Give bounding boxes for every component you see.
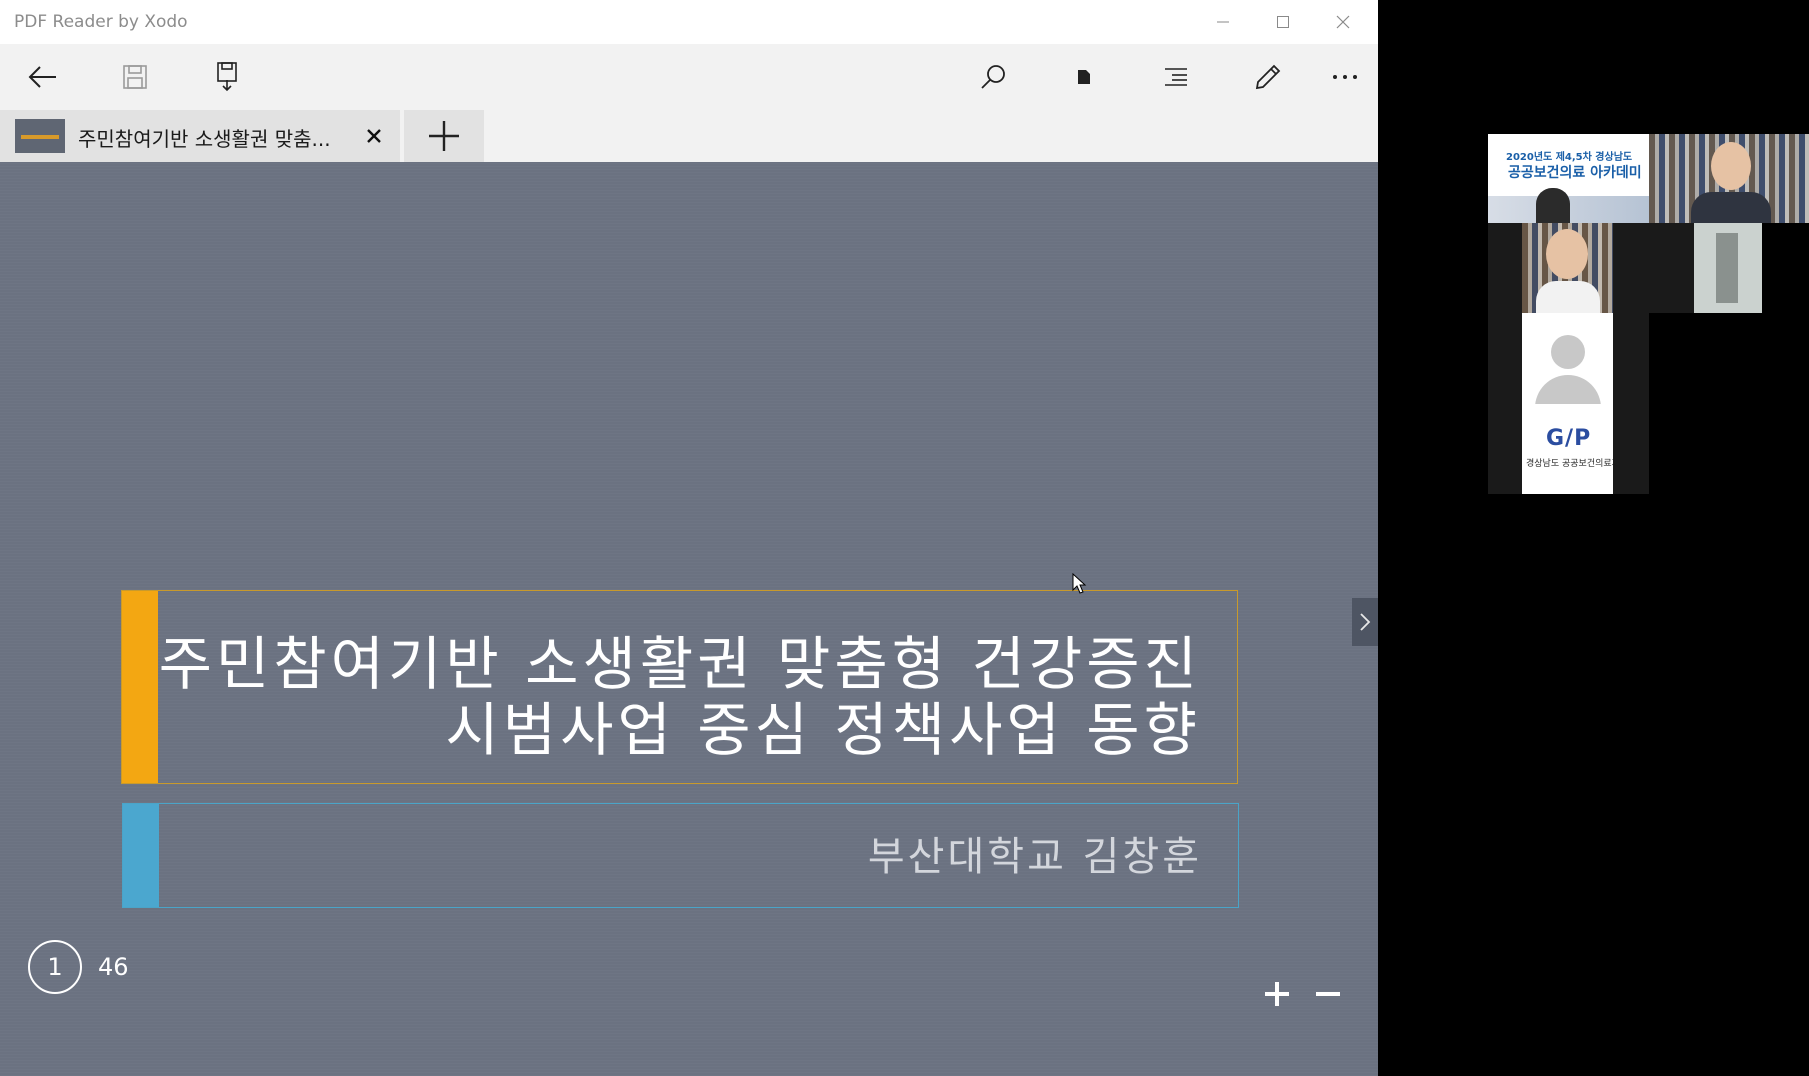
maximize-button[interactable] [1253, 0, 1313, 44]
zoom-in-button[interactable] [1257, 974, 1297, 1014]
organization-logo: G/P [1546, 426, 1592, 451]
mouse-cursor-icon [1072, 573, 1087, 594]
back-button[interactable] [18, 54, 68, 100]
minimize-icon [1217, 21, 1229, 23]
bookmark-button[interactable] [1059, 54, 1109, 100]
more-icon [1333, 75, 1357, 79]
total-pages: 46 [98, 953, 129, 981]
banner-line2: 공공보건의료 아카데미 [1508, 165, 1642, 181]
save-button[interactable] [110, 54, 160, 100]
title-accent-bar [122, 591, 158, 783]
back-arrow-icon [28, 66, 56, 88]
participant-body [1691, 192, 1771, 223]
tab-title: 주민참여기반 소생활권 맞춤... [78, 127, 331, 151]
slide-title-box: 주민참여기반 소생활권 맞춤형 건강증진 시범사업 중심 정책사업 동향 [121, 590, 1238, 784]
zoom-out-button[interactable] [1308, 974, 1348, 1014]
participant-body [1536, 281, 1600, 313]
participant-silhouette [1536, 188, 1570, 223]
outline-icon [1165, 68, 1187, 86]
pdf-reader-window: PDF Reader by Xodo 주민참여기반 소생활권 맞춤... 주민참… [0, 0, 1378, 1076]
video-tile-host-banner[interactable]: 2020년도 제4,5차 경상남도 공공보건의료 아카데미 [1488, 134, 1649, 223]
document-viewer[interactable]: 주민참여기반 소생활권 맞춤형 건강증진 시범사업 중심 정책사업 동향 부산대… [0, 162, 1378, 1076]
organization-name: 경상남도 공공보건의료지원단 [1526, 459, 1613, 469]
avatar-body [1535, 375, 1601, 404]
save-icon [123, 65, 147, 89]
search-icon [981, 65, 1005, 89]
maximize-icon [1277, 16, 1289, 28]
video-tile-empty [1488, 223, 1522, 313]
document-tab[interactable]: 주민참여기반 소생활권 맞춤... [0, 110, 400, 162]
outline-button[interactable] [1151, 54, 1201, 100]
pencil-icon [1255, 64, 1281, 90]
slide-title-line1: 주민참여기반 소생활권 맞춤형 건강증진 [158, 630, 1201, 698]
minus-icon [1316, 992, 1340, 996]
annotate-button[interactable] [1243, 54, 1293, 100]
more-options-button[interactable] [1320, 54, 1370, 100]
save-as-button[interactable] [202, 54, 252, 100]
close-window-button[interactable] [1313, 0, 1373, 44]
tab-thumbnail [15, 119, 65, 153]
close-tab-button[interactable] [360, 122, 388, 150]
video-tile-empty [1613, 223, 1694, 313]
toolbar [0, 44, 1378, 110]
video-tile-organization[interactable]: G/P 경상남도 공공보건의료지원단 [1522, 404, 1613, 494]
title-bar: PDF Reader by Xodo [0, 0, 1378, 44]
slide-subtitle: 부산대학교 김창훈 [867, 834, 1202, 880]
screen: PDF Reader by Xodo 주민참여기반 소생활권 맞춤... 주민참… [0, 0, 1809, 1076]
window-title: PDF Reader by Xodo [14, 12, 188, 32]
room-detail [1716, 233, 1738, 303]
video-tile-room[interactable] [1694, 223, 1762, 313]
save-as-icon [217, 62, 237, 92]
bookmark-icon [1078, 70, 1090, 84]
slide-subtitle-box: 부산대학교 김창훈 [122, 803, 1239, 908]
video-tile-speaker[interactable] [1649, 134, 1809, 223]
banner-line1: 2020년도 제4,5차 경상남도 [1506, 152, 1633, 163]
video-tile-participant[interactable] [1522, 223, 1613, 313]
participant-face [1546, 229, 1588, 279]
minimize-button[interactable] [1193, 0, 1253, 44]
plus-icon [429, 121, 459, 151]
video-tile-empty [1488, 313, 1522, 494]
close-icon [367, 129, 381, 143]
current-page: 1 [28, 940, 82, 994]
participant-face [1711, 142, 1751, 190]
slide-title: 주민참여기반 소생활권 맞춤형 건강증진 시범사업 중심 정책사업 동향 [159, 631, 1201, 763]
chevron-right-icon [1360, 613, 1371, 631]
search-button[interactable] [968, 54, 1018, 100]
slide-title-line2: 시범사업 중심 정책사업 동향 [445, 696, 1201, 764]
close-icon [1336, 15, 1350, 29]
subtitle-accent-bar [123, 804, 159, 907]
video-tile-no-camera[interactable] [1522, 313, 1613, 404]
avatar-head [1551, 335, 1585, 369]
video-tile-empty [1613, 313, 1649, 494]
new-tab-button[interactable] [404, 110, 484, 162]
page-indicator[interactable]: 1 46 [28, 940, 129, 994]
next-page-button[interactable] [1352, 598, 1378, 646]
tab-strip: 주민참여기반 소생활권 맞춤... [0, 110, 1378, 162]
plus-icon [1265, 982, 1289, 1006]
